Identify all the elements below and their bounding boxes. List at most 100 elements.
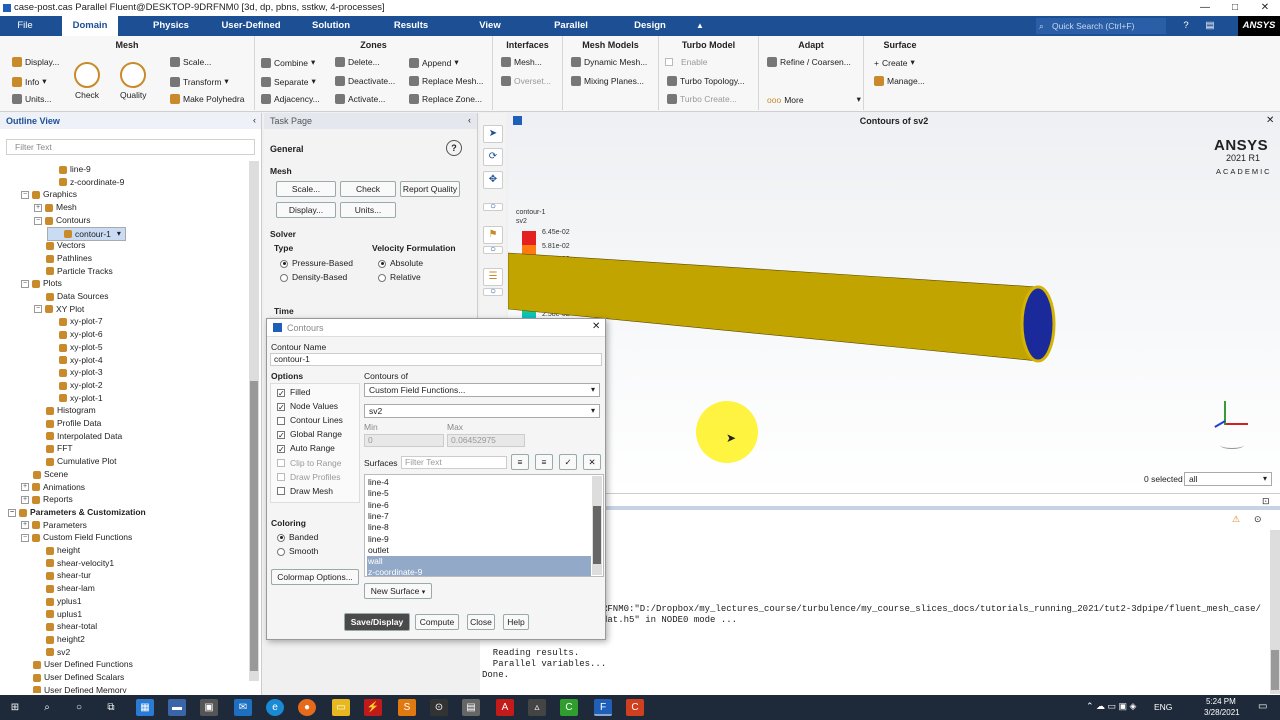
filter-surfaces-icon[interactable]: ≡	[535, 454, 553, 470]
zones-separate-button[interactable]: Separate ▾	[261, 76, 316, 87]
app-icon[interactable]: ▵	[528, 699, 546, 716]
tab-domain[interactable]: Domain	[62, 16, 118, 36]
graphics-window[interactable]: Contours of sv2 ✕ ANSYS 2021 R1 ACADEMIC…	[508, 113, 1280, 493]
tree-item[interactable]: sv2	[34, 646, 70, 658]
tree-item[interactable]: Cumulative Plot	[34, 455, 117, 467]
colormap-options-button[interactable]: Colormap Options...	[271, 569, 359, 585]
expand-toggle-icon[interactable]: −	[21, 280, 29, 289]
tree-item[interactable]: yplus1	[34, 595, 82, 607]
smooth-radio[interactable]: Smooth	[277, 546, 318, 556]
banded-radio[interactable]: Banded	[277, 532, 318, 542]
report-quality-button[interactable]: Report Quality	[400, 181, 460, 197]
surface-manage-button[interactable]: Manage...	[874, 76, 925, 86]
mesh-quality-button[interactable]: Quality	[120, 62, 146, 100]
surface-list-item[interactable]: line-5	[367, 488, 591, 499]
tree-item[interactable]: − Graphics	[21, 188, 77, 200]
firefox-icon[interactable]: ●	[298, 699, 316, 716]
rotate-icon[interactable]: ⟳	[483, 148, 503, 166]
interfaces-overset-button[interactable]: Overset...	[501, 76, 551, 86]
select-all-surfaces-icon[interactable]: ≡	[511, 454, 529, 470]
warning-icon[interactable]: ⚠	[1232, 514, 1240, 525]
select-pointer-icon[interactable]: ➤	[483, 125, 503, 143]
console-scroll-thumb[interactable]	[1271, 650, 1279, 690]
tree-item[interactable]: − Plots	[21, 277, 62, 289]
mixing-planes-button[interactable]: Mixing Planes...	[571, 76, 644, 86]
replace-mesh-button[interactable]: Replace Mesh...	[409, 76, 483, 86]
expand-toggle-icon[interactable]: −	[21, 191, 29, 200]
tab-user-defined[interactable]: User-Defined	[212, 16, 290, 36]
tree-item[interactable]: + Mesh	[34, 201, 77, 213]
min-value-input[interactable]: 0	[364, 434, 444, 447]
zones-activate-button[interactable]: Activate...	[335, 94, 385, 104]
maps-icon[interactable]: ⊙	[430, 699, 448, 716]
sublime-icon[interactable]: S	[398, 699, 416, 716]
view-toggle-icon[interactable]: ○	[483, 287, 503, 297]
windows-start-icon[interactable]: ⊞	[6, 699, 24, 716]
close-dialog-icon[interactable]: ✕	[592, 321, 600, 332]
language-indicator[interactable]: ENG	[1154, 702, 1172, 712]
tree-item[interactable]: + Reports	[21, 493, 73, 505]
tree-item[interactable]: line-9	[47, 163, 91, 175]
recorder-icon[interactable]: C	[626, 699, 644, 716]
expand-toggle-icon[interactable]: −	[34, 305, 42, 314]
layout-icon[interactable]: ▤	[1200, 16, 1220, 36]
mesh-display-button[interactable]: Display...	[12, 57, 59, 67]
tree-item[interactable]: Pathlines	[34, 252, 92, 264]
interfaces-mesh-button[interactable]: Mesh...	[501, 57, 542, 67]
fit-view-icon[interactable]: ☰	[483, 268, 503, 286]
tree-item[interactable]: + Parameters	[21, 519, 87, 531]
turbo-create-button[interactable]: Turbo Create...	[667, 94, 737, 104]
tree-item[interactable]: xy-plot-1	[47, 392, 103, 404]
expand-toggle-icon[interactable]: −	[34, 216, 42, 225]
tree-item[interactable]: − XY Plot	[34, 303, 84, 315]
surface-list-item[interactable]: line-7	[367, 511, 591, 522]
probe-flag-icon[interactable]: ⚑	[483, 226, 503, 244]
tree-item[interactable]: height2	[34, 633, 85, 645]
expand-toggle-icon[interactable]: −	[21, 534, 29, 543]
surface-list-item[interactable]: line-8	[367, 522, 591, 533]
option-checkbox[interactable]: Clip to Range	[277, 458, 342, 468]
max-value-input[interactable]: 0.06452975	[447, 434, 525, 447]
surfaces-list[interactable]: line-4 line-5 line-6 line-7 line-8 line-9 outl…	[364, 474, 604, 577]
contour-name-input[interactable]: contour-1	[270, 353, 602, 366]
save-display-button[interactable]: Save/Display	[344, 613, 410, 631]
clock-date[interactable]: 3/28/2021	[1204, 708, 1240, 717]
tree-item[interactable]: User Defined Memory	[21, 684, 127, 693]
edge-icon[interactable]: e	[266, 699, 284, 716]
make-polyhedra-button[interactable]: Make Polyhedra	[170, 94, 244, 104]
tab-parallel[interactable]: Parallel	[540, 16, 602, 36]
collapse-task-icon[interactable]: ‹	[468, 115, 471, 125]
option-checkbox[interactable]: ✓ Node Values	[277, 401, 338, 411]
surface-list-item[interactable]: line-4	[367, 477, 591, 488]
deselect-surfaces-icon[interactable]: ✕	[583, 454, 601, 470]
tree-item[interactable]: − Custom Field Functions	[21, 531, 132, 543]
check-surfaces-icon[interactable]: ✓	[559, 454, 577, 470]
adapt-more-button[interactable]: ooo More ▾	[767, 94, 861, 105]
tree-item[interactable]: Data Sources	[34, 290, 109, 302]
density-based-radio[interactable]: Density-Based	[280, 272, 347, 282]
zones-append-button[interactable]: Append ▾	[409, 57, 459, 68]
option-checkbox[interactable]: ✓ Global Range	[277, 429, 342, 440]
option-checkbox[interactable]: Draw Profiles	[277, 472, 341, 482]
tree-item[interactable]: Vectors	[34, 239, 85, 251]
help-button[interactable]: Help	[503, 614, 529, 630]
surface-list-item[interactable]: line-6	[367, 500, 591, 511]
outline-scroll-thumb[interactable]	[250, 381, 258, 671]
tree-item[interactable]: height	[34, 544, 80, 556]
surface-list-item[interactable]: z-coordinate-9	[367, 567, 591, 576]
surface-list-item[interactable]: outlet	[367, 545, 591, 556]
tree-item[interactable]: shear-velocity1	[34, 557, 114, 569]
surface-list-item[interactable]: line-9	[367, 534, 591, 545]
tree-item[interactable]: User Defined Scalars	[21, 671, 124, 683]
tab-physics[interactable]: Physics	[140, 16, 202, 36]
pressure-based-radio[interactable]: Pressure-Based	[280, 258, 353, 268]
folder-icon[interactable]: ▭	[332, 699, 350, 716]
tree-item[interactable]: − Contours	[34, 214, 91, 226]
task-view-icon[interactable]: ⧉	[102, 699, 120, 716]
collapse-ribbon-icon[interactable]: ▲	[692, 16, 708, 36]
relative-radio[interactable]: Relative	[378, 272, 421, 282]
check-button[interactable]: Check	[340, 181, 396, 197]
clock-time[interactable]: 5:24 PM	[1206, 697, 1236, 706]
notifications-icon[interactable]: ▭	[1258, 701, 1267, 712]
expand-toggle-icon[interactable]: +	[21, 521, 29, 530]
